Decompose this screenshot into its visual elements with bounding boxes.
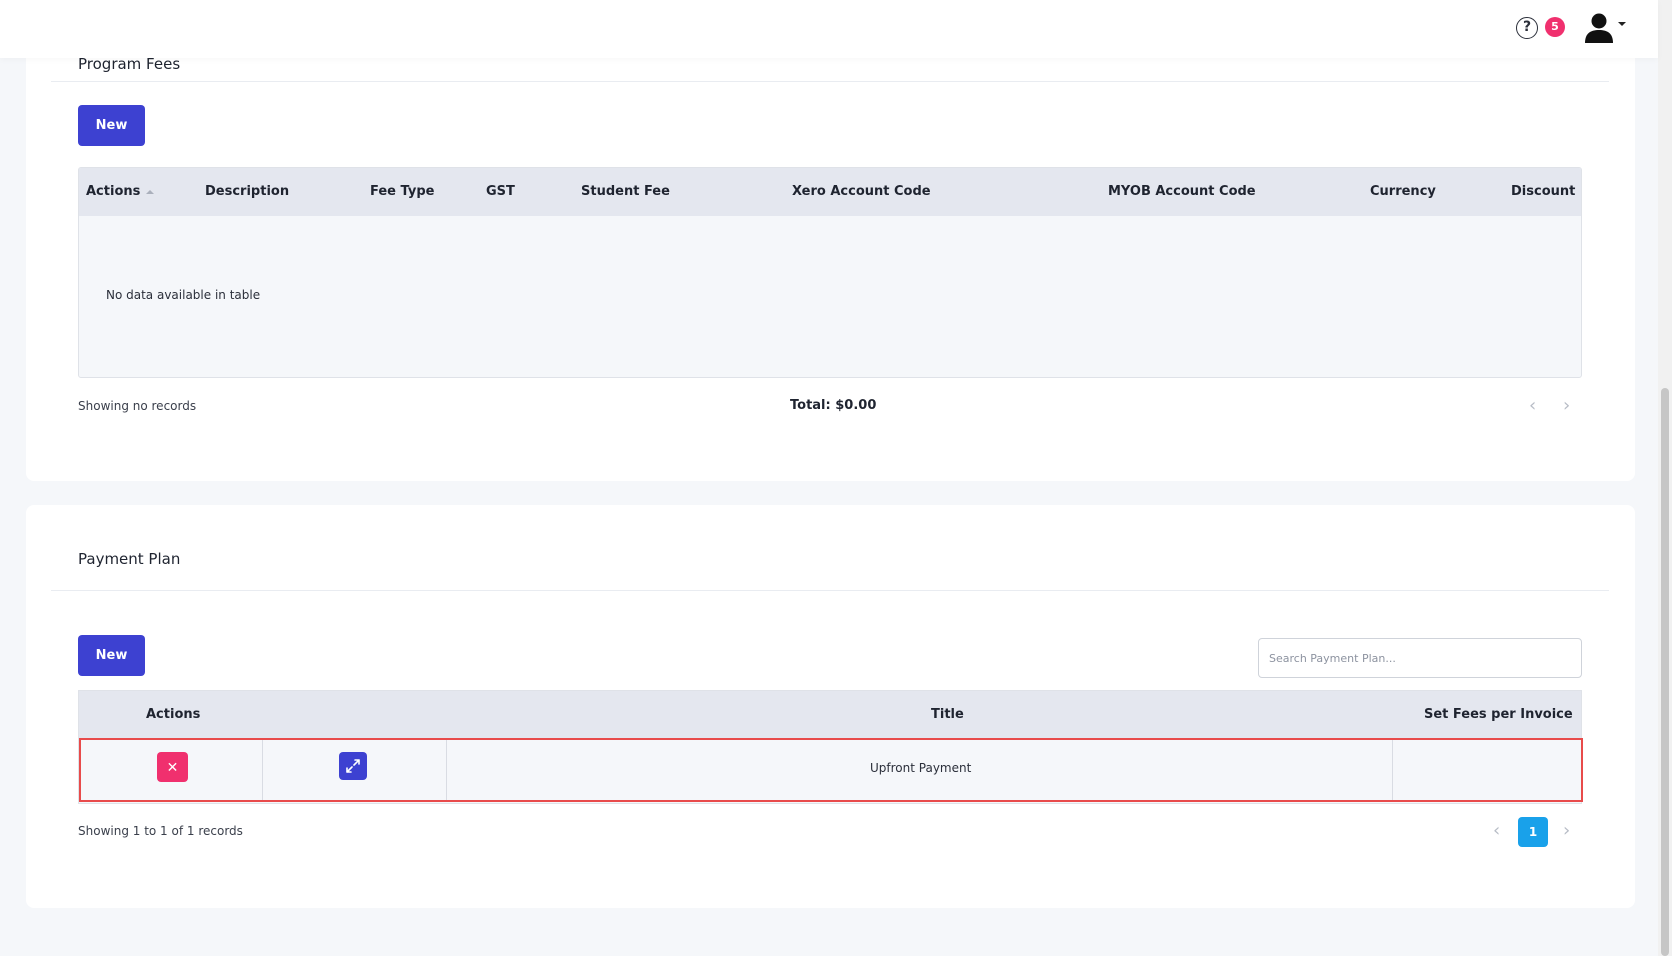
cell-divider (1392, 740, 1393, 800)
column-header-myob-account-code[interactable]: MYOB Account Code (1108, 184, 1256, 199)
table-row[interactable]: ✕ Upfront Payment (79, 738, 1583, 802)
chevron-left-icon[interactable]: ‹ (1529, 397, 1536, 415)
expand-icon (346, 759, 360, 773)
column-header-discount[interactable]: Discount (1511, 184, 1575, 199)
question-circle-icon[interactable]: ? (1516, 17, 1538, 39)
column-header-actions[interactable]: Actions (146, 707, 200, 722)
scrollbar-thumb[interactable] (1661, 388, 1669, 956)
cell-divider (262, 740, 263, 800)
pagination-page-1[interactable]: 1 (1518, 817, 1548, 847)
chevron-left-icon[interactable]: ‹ (1493, 822, 1500, 840)
fees-showing-records: Showing no records (78, 399, 197, 413)
delete-button[interactable]: ✕ (157, 752, 188, 782)
column-header-description[interactable]: Description (205, 184, 289, 199)
top-bar: ? 5 (0, 0, 1658, 58)
column-header-set-fees-per-invoice[interactable]: Set Fees per Invoice (1424, 707, 1573, 722)
fees-total: Total: $0.00 (790, 398, 877, 413)
new-payment-plan-button[interactable]: New (78, 635, 145, 676)
sort-ascending-icon (146, 189, 155, 194)
table-header: Actions Title Set Fees per Invoice (79, 691, 1581, 738)
cell-divider (446, 740, 447, 800)
payment-plan-title: Payment Plan (78, 550, 181, 568)
program-fees-table: Actions Description Fee Type GST Student… (78, 167, 1582, 378)
column-header-actions[interactable]: Actions (86, 184, 155, 199)
payment-plan-title-cell: Upfront Payment (870, 761, 972, 775)
column-header-student-fee[interactable]: Student Fee (581, 184, 670, 199)
close-icon: ✕ (166, 759, 179, 775)
column-header-fee-type[interactable]: Fee Type (370, 184, 434, 199)
chevron-right-icon[interactable]: › (1563, 822, 1570, 840)
column-header-title[interactable]: Title (931, 707, 964, 722)
column-header-gst[interactable]: GST (486, 184, 515, 199)
notification-badge[interactable]: 5 (1545, 17, 1565, 37)
plan-showing-records: Showing 1 to 1 of 1 records (78, 824, 243, 838)
new-fee-button[interactable]: New (78, 105, 145, 146)
column-header-currency[interactable]: Currency (1370, 184, 1436, 199)
search-payment-plan-input[interactable] (1258, 638, 1582, 678)
user-icon[interactable] (1582, 12, 1616, 44)
empty-table-message: No data available in table (106, 288, 261, 302)
program-fees-card: Program Fees New Actions Description Fee… (26, 0, 1635, 481)
payment-plan-table: Actions Title Set Fees per Invoice ✕ Upf… (78, 690, 1583, 804)
divider (51, 81, 1609, 82)
column-header-xero-account-code[interactable]: Xero Account Code (792, 184, 931, 199)
payment-plan-card: Payment Plan New Actions Title Set Fees … (26, 505, 1635, 908)
expand-button[interactable] (339, 752, 367, 780)
divider (51, 590, 1609, 591)
table-header: Actions Description Fee Type GST Student… (79, 168, 1581, 216)
chevron-down-icon[interactable] (1618, 22, 1626, 26)
chevron-right-icon[interactable]: › (1563, 397, 1570, 415)
